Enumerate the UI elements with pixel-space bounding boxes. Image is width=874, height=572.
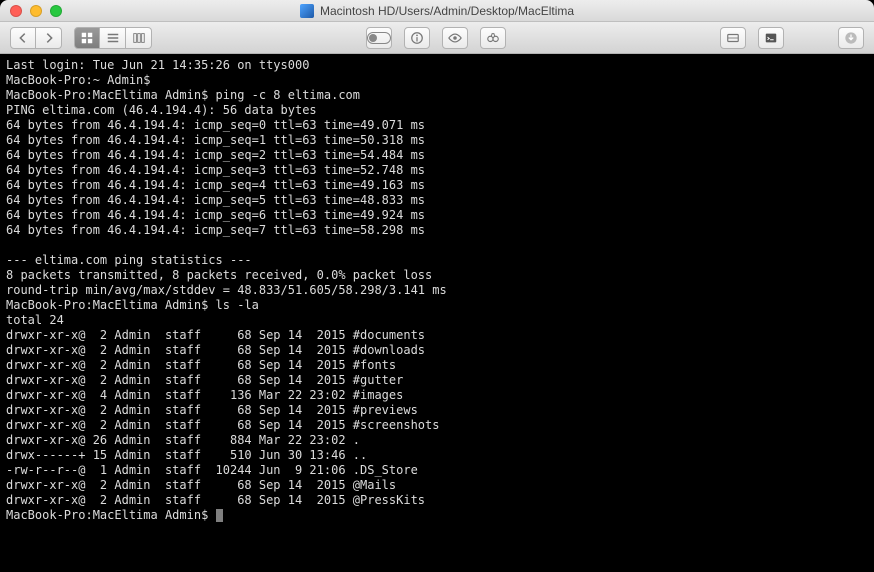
chevron-right-icon (42, 31, 56, 45)
toolbar-terminal-button[interactable] (758, 27, 784, 49)
view-list-button[interactable] (100, 27, 126, 49)
window-controls (10, 5, 62, 17)
nav-forward-button[interactable] (36, 27, 62, 49)
window-titlebar: Macintosh HD/Users/Admin/Desktop/MacElti… (0, 0, 874, 22)
info-icon (410, 31, 424, 45)
app-icon (300, 4, 314, 18)
window-title: Macintosh HD/Users/Admin/Desktop/MacElti… (320, 4, 574, 18)
toolbar (0, 22, 874, 54)
chevron-left-icon (16, 31, 30, 45)
toolbar-download-button[interactable] (838, 27, 864, 49)
terminal-cursor (216, 509, 223, 522)
list-icon (106, 31, 120, 45)
columns-icon (132, 31, 146, 45)
binoculars-icon (486, 31, 500, 45)
close-window-button[interactable] (10, 5, 22, 17)
toolbar-info-button[interactable] (404, 27, 430, 49)
view-icon-button[interactable] (74, 27, 100, 49)
zoom-window-button[interactable] (50, 5, 62, 17)
toggle-icon (367, 32, 391, 44)
terminal-icon (764, 31, 778, 45)
toolbar-preview-button[interactable] (442, 27, 468, 49)
minimize-window-button[interactable] (30, 5, 42, 17)
toolbar-disk-button[interactable] (720, 27, 746, 49)
grid-icon (80, 31, 94, 45)
drive-icon (726, 31, 740, 45)
nav-back-button[interactable] (10, 27, 36, 49)
toolbar-search-button[interactable] (480, 27, 506, 49)
eye-icon (448, 31, 462, 45)
download-icon (844, 31, 858, 45)
view-column-button[interactable] (126, 27, 152, 49)
toolbar-toggle-button[interactable] (366, 27, 392, 49)
terminal-output[interactable]: Last login: Tue Jun 21 14:35:26 on ttys0… (0, 54, 874, 572)
